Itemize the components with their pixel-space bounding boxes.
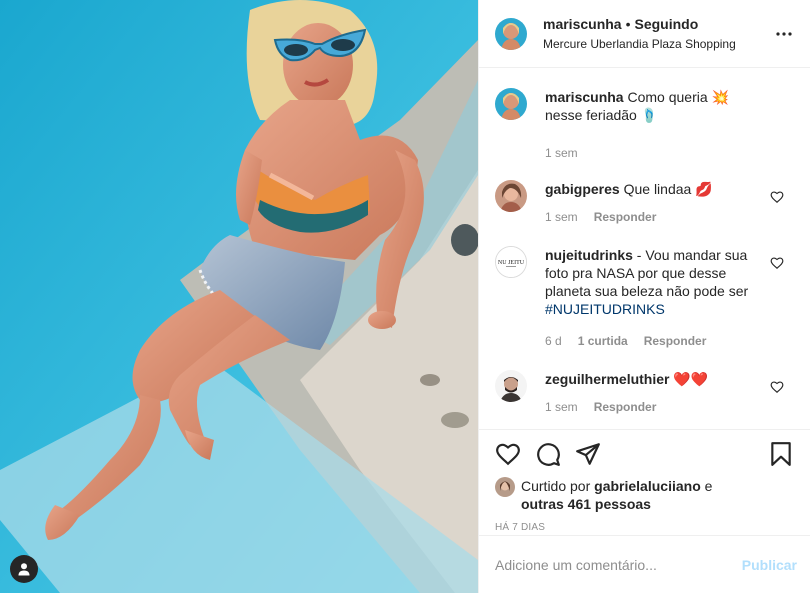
reply-button[interactable]: Responder <box>594 400 657 414</box>
commenter-avatar[interactable] <box>495 180 527 212</box>
user-tag-button[interactable] <box>10 555 38 583</box>
more-options-button[interactable] <box>772 22 796 46</box>
liked-by-prefix: Curtido por <box>521 478 591 494</box>
comment-hashtag-link[interactable]: #NUJEITUDRINKS <box>545 301 665 317</box>
liked-by-user[interactable]: gabrielaluciiano <box>594 478 701 494</box>
post-header: mariscunha • Seguindo Mercure Uberlandia P… <box>479 0 810 68</box>
post-photo[interactable] <box>0 0 478 593</box>
comment-text: ❤️❤️ <box>673 371 709 387</box>
separator-dot: • <box>625 16 631 32</box>
author-username[interactable]: mariscunha <box>543 16 622 32</box>
caption-avatar[interactable] <box>495 88 527 120</box>
caption-time[interactable]: 1 sem <box>545 146 578 160</box>
liked-by-connector: e <box>704 478 713 494</box>
comment-icon[interactable] <box>535 441 561 467</box>
heart-icon[interactable] <box>495 441 521 467</box>
bookmark-icon[interactable] <box>768 441 794 467</box>
reply-button[interactable]: Responder <box>644 334 707 348</box>
comment-username[interactable]: zeguilhermeluthier <box>545 371 669 387</box>
post-location[interactable]: Mercure Uberlandia Plaza Shopping <box>543 36 772 52</box>
post-actions: Curtido por gabrielaluciiano e outras 46… <box>479 429 810 535</box>
liker-avatar[interactable] <box>495 477 515 497</box>
list-item: gabigperes Que lindaa 💋 1 sem Responder <box>495 180 794 224</box>
comment-input[interactable] <box>495 556 742 573</box>
author-avatar[interactable] <box>495 17 527 50</box>
comment-time[interactable]: 1 sem <box>545 210 578 224</box>
caption: mariscunha Como queria 💥 nesse feriadão … <box>495 88 794 160</box>
comments-list[interactable]: mariscunha Como queria 💥 nesse feriadão … <box>479 68 810 429</box>
comment-like-heart-icon[interactable] <box>770 380 784 394</box>
following-button[interactable]: Seguindo <box>635 16 699 32</box>
reply-button[interactable]: Responder <box>594 210 657 224</box>
likes-summary: Curtido por gabrielaluciiano e outras 46… <box>495 477 794 513</box>
caption-username[interactable]: mariscunha <box>545 89 624 105</box>
paper-plane-icon[interactable] <box>575 441 601 467</box>
post-timestamp[interactable]: HÁ 7 DIAS <box>495 522 794 533</box>
list-item: zeguilhermeluthier ❤️❤️ 1 sem Responder <box>495 370 794 414</box>
comment-likes-count[interactable]: 1 curtida <box>578 334 628 348</box>
comment-username[interactable]: nujeitudrinks <box>545 247 633 263</box>
user-tag-icon <box>18 563 30 576</box>
comment-like-heart-icon[interactable] <box>770 256 784 270</box>
comment-time[interactable]: 1 sem <box>545 400 578 414</box>
svg-text:NU JEITU: NU JEITU <box>498 260 525 266</box>
commenter-avatar[interactable] <box>495 370 527 402</box>
comment-username[interactable]: gabigperes <box>545 181 620 197</box>
add-comment-bar: Publicar <box>479 535 810 593</box>
photo-illustration <box>0 0 478 593</box>
list-item: NU JEITU nujeitudrinks - Vou mandar sua … <box>495 246 794 348</box>
commenter-avatar[interactable]: NU JEITU <box>495 246 527 278</box>
liked-by-others[interactable]: outras 461 pessoas <box>521 496 651 512</box>
more-horizontal-icon <box>776 31 792 36</box>
comment-like-heart-icon[interactable] <box>770 190 784 204</box>
comment-text: Que lindaa 💋 <box>623 181 713 197</box>
comment-time[interactable]: 6 d <box>545 334 562 348</box>
post-side-panel: mariscunha • Seguindo Mercure Uberlandia P… <box>478 0 810 593</box>
publish-button[interactable]: Publicar <box>742 557 797 573</box>
